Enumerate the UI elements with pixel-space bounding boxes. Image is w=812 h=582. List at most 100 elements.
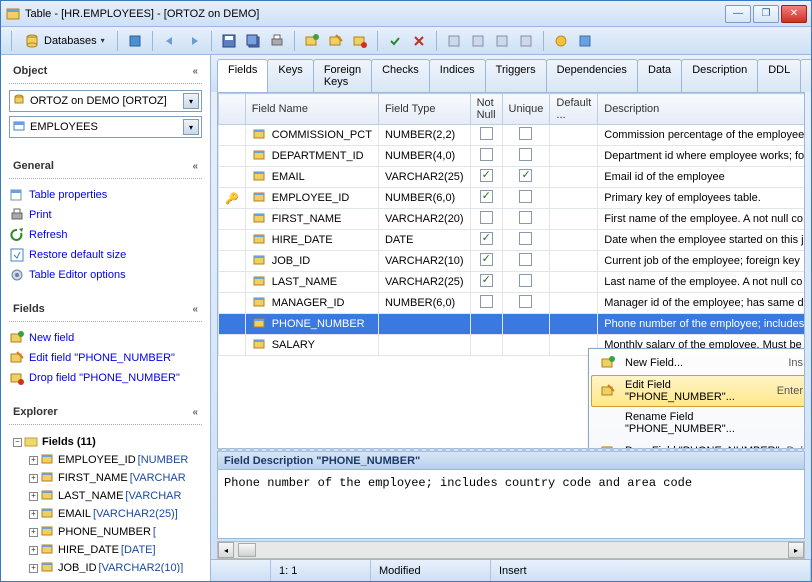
notnull-checkbox[interactable] bbox=[480, 148, 493, 161]
menu-item[interactable]: Rename Field "PHONE_NUMBER"... bbox=[591, 407, 805, 439]
unique-checkbox[interactable] bbox=[519, 232, 532, 245]
column-header[interactable]: Field Name bbox=[245, 94, 378, 125]
unique-checkbox[interactable] bbox=[519, 253, 532, 266]
horizontal-scrollbar[interactable]: ◂ ▸ bbox=[217, 541, 805, 559]
tree-toggle-icon[interactable]: + bbox=[29, 528, 38, 537]
menu-item[interactable]: New Field...Ins bbox=[591, 351, 805, 375]
column-header[interactable]: Default ... bbox=[550, 94, 598, 125]
notnull-checkbox[interactable] bbox=[480, 169, 493, 182]
tree-item[interactable]: +PHONE_NUMBER [ bbox=[13, 523, 198, 541]
fields-link[interactable]: Edit field "PHONE_NUMBER" bbox=[9, 348, 202, 368]
tab-permissions[interactable]: Permissions bbox=[800, 59, 811, 92]
fields-link[interactable]: New field bbox=[9, 328, 202, 348]
unique-checkbox[interactable] bbox=[519, 148, 532, 161]
tab-triggers[interactable]: Triggers bbox=[485, 59, 547, 92]
tab-fields[interactable]: Fields bbox=[217, 59, 268, 92]
table-row[interactable]: COMMISSION_PCTNUMBER(2,2)Commission perc… bbox=[219, 125, 806, 146]
close-button[interactable]: ✕ bbox=[781, 5, 807, 23]
tool-1-button[interactable] bbox=[443, 30, 465, 52]
tab-checks[interactable]: Checks bbox=[371, 59, 430, 92]
tool-5-button[interactable] bbox=[550, 30, 572, 52]
nav-back-button[interactable] bbox=[159, 30, 181, 52]
scroll-right-icon[interactable]: ▸ bbox=[788, 542, 804, 558]
notnull-checkbox[interactable] bbox=[480, 211, 493, 224]
column-header[interactable]: Field Type bbox=[378, 94, 470, 125]
commit-button[interactable] bbox=[384, 30, 406, 52]
tool-2-button[interactable] bbox=[467, 30, 489, 52]
table-row[interactable]: 🔑EMPLOYEE_IDNUMBER(6,0)Primary key of em… bbox=[219, 188, 806, 209]
dropdown-icon[interactable]: ▾ bbox=[183, 119, 199, 135]
unique-checkbox[interactable] bbox=[519, 190, 532, 203]
tree-toggle-icon[interactable]: − bbox=[13, 438, 22, 447]
tool-4-button[interactable] bbox=[515, 30, 537, 52]
explorer-header[interactable]: Explorer « bbox=[9, 400, 202, 425]
compile-button[interactable] bbox=[124, 30, 146, 52]
general-link[interactable]: Table properties bbox=[9, 185, 202, 205]
rollback-button[interactable] bbox=[408, 30, 430, 52]
tree-toggle-icon[interactable]: + bbox=[29, 456, 38, 465]
tree-item[interactable]: +LAST_NAME [VARCHAR bbox=[13, 487, 198, 505]
tool-6-button[interactable] bbox=[574, 30, 596, 52]
new-field-button[interactable] bbox=[301, 30, 323, 52]
tree-item[interactable]: +JOB_ID [VARCHAR2(10)] bbox=[13, 559, 198, 573]
notnull-checkbox[interactable] bbox=[480, 274, 493, 287]
general-link[interactable]: Restore default size bbox=[9, 245, 202, 265]
tree-toggle-icon[interactable]: + bbox=[29, 492, 38, 501]
column-header[interactable]: Not Null bbox=[470, 94, 502, 125]
notnull-checkbox[interactable] bbox=[480, 295, 493, 308]
tab-data[interactable]: Data bbox=[637, 59, 682, 92]
unique-checkbox[interactable] bbox=[519, 295, 532, 308]
fields-link[interactable]: Drop field "PHONE_NUMBER" bbox=[9, 368, 202, 388]
explorer-tree[interactable]: − Fields (11) +EMPLOYEE_ID [NUMBER+FIRST… bbox=[9, 431, 202, 573]
general-header[interactable]: General « bbox=[9, 154, 202, 179]
edit-field-button[interactable] bbox=[325, 30, 347, 52]
scroll-thumb[interactable] bbox=[238, 543, 256, 557]
table-row[interactable]: PHONE_NUMBERPhone number of the employee… bbox=[219, 314, 806, 335]
unique-checkbox[interactable] bbox=[519, 211, 532, 224]
table-row[interactable]: EMAILVARCHAR2(25)Email id of the employe… bbox=[219, 167, 806, 188]
menu-item[interactable]: Drop Field "PHONE_NUMBER"Del bbox=[591, 439, 805, 449]
unique-checkbox[interactable] bbox=[519, 127, 532, 140]
dropdown-icon[interactable]: ▾ bbox=[183, 93, 199, 109]
tree-toggle-icon[interactable]: + bbox=[29, 474, 38, 483]
scroll-left-icon[interactable]: ◂ bbox=[218, 542, 234, 558]
object-header[interactable]: Object « bbox=[9, 59, 202, 84]
menu-item[interactable]: Edit Field "PHONE_NUMBER"...Enter bbox=[591, 375, 805, 407]
fields-grid[interactable]: Field NameField TypeNot NullUniqueDefaul… bbox=[217, 92, 805, 449]
tree-item[interactable]: +EMAIL [VARCHAR2(25)] bbox=[13, 505, 198, 523]
context-menu[interactable]: New Field...InsEdit Field "PHONE_NUMBER"… bbox=[588, 348, 805, 449]
tree-item[interactable]: +EMPLOYEE_ID [NUMBER bbox=[13, 451, 198, 469]
table-row[interactable]: JOB_IDVARCHAR2(10)Current job of the emp… bbox=[219, 251, 806, 272]
notnull-checkbox[interactable] bbox=[480, 253, 493, 266]
notnull-checkbox[interactable] bbox=[480, 232, 493, 245]
tab-indices[interactable]: Indices bbox=[429, 59, 486, 92]
column-header[interactable]: Unique bbox=[502, 94, 550, 125]
tab-ddl[interactable]: DDL bbox=[757, 59, 801, 92]
table-row[interactable]: HIRE_DATEDATEDate when the employee star… bbox=[219, 230, 806, 251]
tab-foreign-keys[interactable]: Foreign Keys bbox=[313, 59, 372, 92]
general-link[interactable]: Refresh bbox=[9, 225, 202, 245]
tree-item[interactable]: +FIRST_NAME [VARCHAR bbox=[13, 469, 198, 487]
connection-combo[interactable]: ORTOZ on DEMO [ORTOZ] ▾ bbox=[9, 90, 202, 112]
table-row[interactable]: FIRST_NAMEVARCHAR2(20)First name of the … bbox=[219, 209, 806, 230]
tree-toggle-icon[interactable]: + bbox=[29, 510, 38, 519]
table-row[interactable]: LAST_NAMEVARCHAR2(25)Last name of the em… bbox=[219, 272, 806, 293]
column-header[interactable]: Description bbox=[598, 94, 805, 125]
tab-description[interactable]: Description bbox=[681, 59, 758, 92]
table-row[interactable]: DEPARTMENT_IDNUMBER(4,0)Department id wh… bbox=[219, 146, 806, 167]
maximize-button[interactable]: ❐ bbox=[753, 5, 779, 23]
nav-forward-button[interactable] bbox=[183, 30, 205, 52]
save-all-button[interactable] bbox=[242, 30, 264, 52]
table-combo[interactable]: EMPLOYEES ▾ bbox=[9, 116, 202, 138]
unique-checkbox[interactable] bbox=[519, 274, 532, 287]
tree-toggle-icon[interactable]: + bbox=[29, 546, 38, 555]
notnull-checkbox[interactable] bbox=[480, 127, 493, 140]
print-button[interactable] bbox=[266, 30, 288, 52]
tree-item[interactable]: +HIRE_DATE [DATE] bbox=[13, 541, 198, 559]
minimize-button[interactable]: — bbox=[725, 5, 751, 23]
tree-toggle-icon[interactable]: + bbox=[29, 564, 38, 573]
tab-keys[interactable]: Keys bbox=[267, 59, 313, 92]
table-row[interactable]: MANAGER_IDNUMBER(6,0)Manager id of the e… bbox=[219, 293, 806, 314]
general-link[interactable]: Print bbox=[9, 205, 202, 225]
general-link[interactable]: Table Editor options bbox=[9, 265, 202, 285]
